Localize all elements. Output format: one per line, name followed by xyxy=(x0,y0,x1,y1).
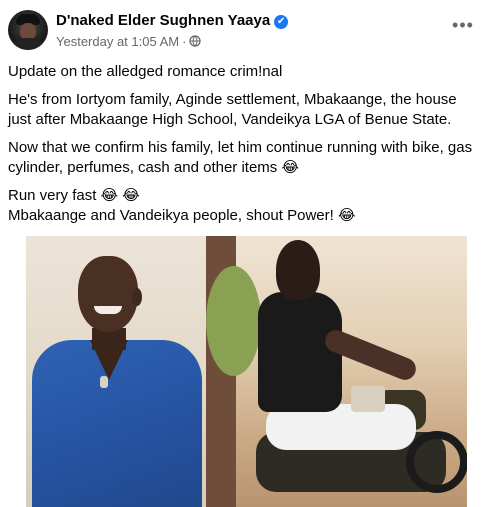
post-paragraph-3: Now that we confirm his family, let him … xyxy=(8,139,473,176)
author-name[interactable]: D'naked Elder Sughnen Yaaya xyxy=(56,12,270,29)
facebook-post: D'naked Elder Sughnen Yaaya ✔ Yesterday a… xyxy=(0,0,487,507)
avatar-shirt xyxy=(12,38,44,50)
photo-man-in-blue-shirt[interactable] xyxy=(26,236,206,507)
author-name-row: D'naked Elder Sughnen Yaaya ✔ xyxy=(56,12,289,29)
post-header: D'naked Elder Sughnen Yaaya ✔ Yesterday a… xyxy=(8,10,479,56)
globe-icon[interactable] xyxy=(189,35,202,47)
photo-woman-on-motorbike[interactable] xyxy=(206,236,467,507)
post-meta: Yesterday at 1:05 AM · xyxy=(56,34,202,49)
verified-badge-icon: ✔ xyxy=(274,15,289,29)
photo-rider-bag xyxy=(351,386,385,412)
photo-ear xyxy=(132,288,142,306)
photo-motorbike-wheel xyxy=(406,431,467,493)
more-options-button[interactable]: ••• xyxy=(451,16,475,38)
photo-tree xyxy=(206,266,261,376)
post-paragraph-4: Run very fast 😂 😂 Mbakaange and Vandeiky… xyxy=(8,186,479,226)
post-paragraph-1: Update on the alledged romance crim!nal xyxy=(8,63,283,80)
photo-shirt xyxy=(32,340,202,507)
post-body: Update on the alledged romance crim!nal … xyxy=(8,62,479,234)
post-paragraph-4-line-1: Run very fast 😂 😂 xyxy=(8,187,140,204)
photo-head xyxy=(78,256,138,332)
author-avatar[interactable] xyxy=(8,10,48,50)
photo-rider-hair xyxy=(276,240,320,300)
post-timestamp[interactable]: Yesterday at 1:05 AM xyxy=(56,34,179,49)
photo-pendant xyxy=(100,376,108,388)
post-paragraph-2: He's from Iortyom family, Aginde settlem… xyxy=(8,91,457,128)
meta-separator: · xyxy=(182,34,187,49)
post-media[interactable] xyxy=(26,236,467,507)
photo-smile xyxy=(94,306,122,314)
post-paragraph-4-line-2: Mbakaange and Vandeikya people, shout Po… xyxy=(8,207,356,224)
photo-rider-top xyxy=(258,292,342,412)
